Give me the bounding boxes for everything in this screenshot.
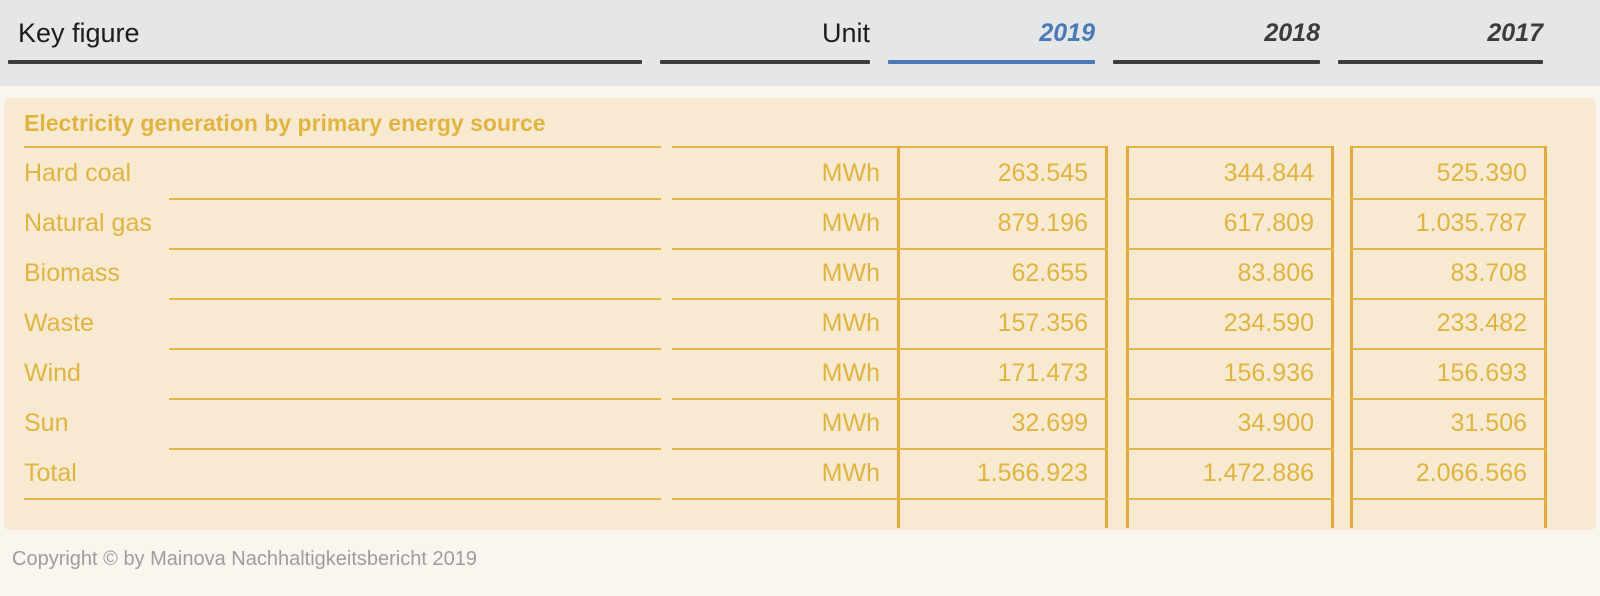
header-rule-unit <box>660 60 870 64</box>
row-unit: MWh <box>821 358 880 387</box>
copyright-notice: Copyright © by Mainova Nachhaltigkeitsbe… <box>12 548 477 570</box>
row-value-2018: 34.900 <box>1237 408 1314 437</box>
header-unit: Unit <box>660 10 870 56</box>
row-label: Sun <box>24 408 69 437</box>
row-unit: MWh <box>821 408 880 437</box>
table-row: Natural gas MWh 879.196 617.809 1.035.78… <box>4 198 1596 248</box>
header-rule-2019 <box>888 60 1095 64</box>
row-value-2019: 171.473 <box>997 358 1088 387</box>
row-value-2018: 234.590 <box>1223 308 1314 337</box>
page-footer: Copyright © by Mainova Nachhaltigkeitsbe… <box>0 530 1600 596</box>
row-value-2018: 617.809 <box>1223 208 1314 237</box>
table-row: Total MWh 1.566.923 1.472.886 2.066.566 <box>4 448 1596 498</box>
row-label: Natural gas <box>24 208 152 237</box>
row-value-2018: 344.844 <box>1223 158 1314 187</box>
row-unit: MWh <box>821 158 880 187</box>
header-year-2018-label: 2018 <box>1264 18 1320 47</box>
header-rule-2018 <box>1113 60 1320 64</box>
row-value-2017: 1.035.787 <box>1415 208 1527 237</box>
row-value-2017: 233.482 <box>1436 308 1527 337</box>
table-row: Sun MWh 32.699 34.900 31.506 <box>4 398 1596 448</box>
row-unit: MWh <box>821 308 880 337</box>
row-value-2017: 83.708 <box>1450 258 1527 287</box>
row-label: Waste <box>24 308 94 337</box>
row-value-2019: 62.655 <box>1011 258 1088 287</box>
row-value-2019: 32.699 <box>1011 408 1088 437</box>
row-value-2019: 263.545 <box>997 158 1088 187</box>
row-value-2018: 83.806 <box>1237 258 1314 287</box>
data-table: Hard coal MWh 263.545 344.844 525.390 Na… <box>4 98 1596 530</box>
row-unit: MWh <box>821 258 880 287</box>
row-value-2017: 156.693 <box>1436 358 1527 387</box>
table-row: Biomass MWh 62.655 83.806 83.708 <box>4 248 1596 298</box>
row-value-2017: 31.506 <box>1450 408 1527 437</box>
row-unit: MWh <box>821 458 880 487</box>
row-label: Biomass <box>24 258 120 287</box>
row-value-2017: 2.066.566 <box>1415 458 1527 487</box>
row-unit: MWh <box>821 208 880 237</box>
header-year-2018[interactable]: 2018 <box>1113 10 1320 56</box>
report-page: Key figure Unit 2019 2018 2017 Electrici… <box>0 0 1600 596</box>
table-header-bar: Key figure Unit 2019 2018 2017 <box>0 0 1600 86</box>
row-value-2019: 157.356 <box>997 308 1088 337</box>
table-bottom-rule-2019 <box>900 498 1108 500</box>
header-rule-key-figure <box>8 60 642 64</box>
header-rule-2017 <box>1338 60 1543 64</box>
row-value-2018: 1.472.886 <box>1202 458 1314 487</box>
row-label: Wind <box>24 358 81 387</box>
header-year-2019[interactable]: 2019 <box>888 10 1095 56</box>
row-value-2017: 525.390 <box>1436 158 1527 187</box>
header-key-figure: Key figure <box>18 10 638 56</box>
table-bottom-rule-2017 <box>1350 498 1547 500</box>
table-row: Wind MWh 171.473 156.936 156.693 <box>4 348 1596 398</box>
row-label: Hard coal <box>24 158 131 187</box>
table-bottom-rule-label <box>24 498 661 500</box>
row-value-2018: 156.936 <box>1223 358 1314 387</box>
row-value-2019: 879.196 <box>997 208 1088 237</box>
table-bottom-rule-2018 <box>1126 498 1334 500</box>
data-panel: Electricity generation by primary energy… <box>4 98 1596 530</box>
header-unit-label: Unit <box>821 17 870 48</box>
row-label: Total <box>24 458 77 487</box>
header-key-figure-label: Key figure <box>18 17 140 48</box>
header-year-2017-label: 2017 <box>1487 18 1543 47</box>
header-year-2019-label: 2019 <box>1039 18 1095 47</box>
table-bottom-rule-unit <box>672 498 900 500</box>
row-value-2019: 1.566.923 <box>976 458 1088 487</box>
table-row: Hard coal MWh 263.545 344.844 525.390 <box>4 148 1596 198</box>
table-row: Waste MWh 157.356 234.590 233.482 <box>4 298 1596 348</box>
header-year-2017[interactable]: 2017 <box>1338 10 1543 56</box>
